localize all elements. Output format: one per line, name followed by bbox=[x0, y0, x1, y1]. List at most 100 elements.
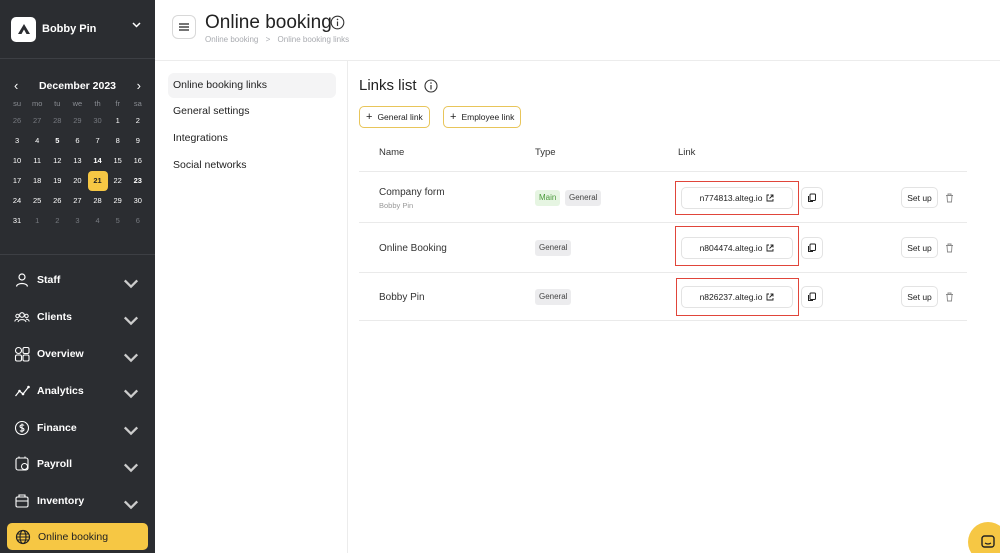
calendar-grid: su mo tu we th fr sa 26 27 28 29 30 1 2 3 4 5 6 7 8 9 10 11 12 1… bbox=[7, 97, 148, 231]
calendar-day-selected[interactable]: 21 bbox=[87, 171, 108, 191]
calendar-day[interactable]: 26 bbox=[7, 111, 27, 131]
submenu-online-booking-links[interactable]: Online booking links bbox=[168, 73, 336, 98]
submenu-integrations[interactable]: Integrations bbox=[168, 126, 336, 151]
nav-item-analytics[interactable]: Analytics bbox=[0, 372, 155, 409]
calendar-day[interactable]: 4 bbox=[27, 131, 47, 151]
box-icon bbox=[15, 494, 29, 508]
calendar-day[interactable]: 28 bbox=[47, 111, 67, 131]
add-employee-link-button[interactable]: + Employee link bbox=[443, 106, 522, 128]
copy-icon bbox=[808, 193, 816, 202]
calendar-day[interactable]: 14 bbox=[88, 151, 108, 171]
copy-link-button[interactable] bbox=[801, 237, 823, 259]
calendar-day[interactable]: 29 bbox=[108, 191, 128, 211]
calendar-day[interactable]: 3 bbox=[7, 131, 27, 151]
nav-item-label: Overview bbox=[37, 347, 84, 360]
nav-item-inventory[interactable]: Inventory bbox=[0, 483, 155, 520]
info-icon[interactable] bbox=[330, 15, 345, 30]
badge-type: General bbox=[535, 240, 572, 256]
calendar-week: 26 27 28 29 30 1 2 bbox=[7, 111, 148, 131]
booking-link[interactable]: n774813.alteg.io bbox=[681, 187, 793, 209]
trash-icon[interactable] bbox=[945, 292, 954, 302]
column-header-link: Link bbox=[678, 147, 696, 158]
brand-logo bbox=[11, 16, 36, 42]
info-icon[interactable] bbox=[424, 79, 438, 93]
calendar-day[interactable]: 27 bbox=[27, 111, 47, 131]
page-header: Online booking Online booking > Online b… bbox=[155, 0, 1000, 61]
divider bbox=[0, 254, 155, 255]
calendar-day[interactable]: 25 bbox=[27, 191, 47, 211]
copy-link-button[interactable] bbox=[801, 187, 823, 209]
submenu-social-networks[interactable]: Social networks bbox=[168, 153, 336, 178]
setup-button[interactable]: Set up bbox=[901, 187, 938, 208]
calendar-day[interactable]: 6 bbox=[67, 131, 87, 151]
calendar-weekday: th bbox=[94, 99, 101, 108]
nav-item-staff[interactable]: Staff bbox=[0, 262, 155, 299]
brand-switcher[interactable]: Bobby Pin bbox=[0, 0, 155, 58]
calendar-weekday: tu bbox=[54, 99, 61, 108]
nav-item-clients[interactable]: Clients bbox=[0, 299, 155, 336]
chevron-down-icon bbox=[123, 463, 139, 473]
row-name: Bobby Pin bbox=[379, 292, 425, 303]
trash-icon[interactable] bbox=[945, 243, 954, 253]
chevron-down-icon bbox=[123, 390, 139, 399]
calendar-day[interactable]: 3 bbox=[67, 211, 87, 231]
chevron-down-icon bbox=[132, 22, 141, 28]
copy-icon bbox=[808, 243, 816, 252]
calendar-day[interactable]: 4 bbox=[88, 211, 108, 231]
calendar-day[interactable]: 29 bbox=[67, 111, 87, 131]
nav-item-payroll[interactable]: Payroll bbox=[0, 446, 155, 483]
calendar-day[interactable]: 16 bbox=[128, 151, 148, 171]
calendar-day[interactable]: 1 bbox=[27, 211, 47, 231]
breadcrumb-item[interactable]: Online booking bbox=[205, 35, 258, 44]
nav-item-finance[interactable]: Finance bbox=[0, 409, 155, 446]
calendar-day[interactable]: 10 bbox=[7, 151, 27, 171]
calendar-day[interactable]: 18 bbox=[27, 171, 47, 191]
calendar-day[interactable]: 28 bbox=[88, 191, 108, 211]
menu-toggle-button[interactable] bbox=[172, 15, 196, 39]
calendar-day[interactable]: 27 bbox=[67, 191, 87, 211]
copy-link-button[interactable] bbox=[801, 286, 823, 308]
add-general-link-button[interactable]: + General link bbox=[359, 106, 430, 128]
calendar-week: 24 25 26 27 28 29 30 bbox=[7, 191, 148, 211]
submenu-general-settings[interactable]: General settings bbox=[168, 99, 336, 124]
nav-item-overview[interactable]: Overview bbox=[0, 336, 155, 373]
calendar-day[interactable]: 26 bbox=[47, 191, 67, 211]
calendar-day[interactable]: 6 bbox=[128, 211, 148, 231]
calendar-day[interactable]: 5 bbox=[47, 131, 67, 151]
calendar-day[interactable]: 15 bbox=[108, 151, 128, 171]
calendar-day[interactable]: 2 bbox=[47, 211, 67, 231]
calendar-day[interactable]: 23 bbox=[128, 171, 148, 191]
calendar-week: 10 11 12 13 14 15 16 bbox=[7, 151, 148, 171]
trash-icon[interactable] bbox=[945, 193, 954, 203]
calendar-day[interactable]: 11 bbox=[27, 151, 47, 171]
booking-link[interactable]: n826237.alteg.io bbox=[681, 286, 793, 308]
calendar-day[interactable]: 12 bbox=[47, 151, 67, 171]
calendar-week: 17 18 19 20 21 22 23 bbox=[7, 171, 148, 191]
calendar-day[interactable]: 13 bbox=[67, 151, 87, 171]
calendar-day[interactable]: 1 bbox=[108, 111, 128, 131]
calendar-day[interactable]: 30 bbox=[88, 111, 108, 131]
calendar-day[interactable]: 30 bbox=[128, 191, 148, 211]
booking-link[interactable]: n804474.alteg.io bbox=[681, 237, 793, 259]
nav-item-online-booking[interactable]: Online booking bbox=[7, 523, 148, 550]
calendar-day[interactable]: 5 bbox=[108, 211, 128, 231]
row-name: Online Booking bbox=[379, 243, 447, 254]
nav-item-label: Payroll bbox=[37, 458, 73, 471]
setup-button[interactable]: Set up bbox=[901, 237, 938, 258]
breadcrumb: Online booking > Online booking links bbox=[205, 35, 354, 44]
calendar-day[interactable]: 9 bbox=[128, 131, 148, 151]
badge-type: General bbox=[535, 289, 572, 305]
calendar-day[interactable]: 7 bbox=[88, 131, 108, 151]
calendar-day[interactable]: 17 bbox=[7, 171, 27, 191]
calendar-day[interactable]: 2 bbox=[128, 111, 148, 131]
calendar-day[interactable]: 8 bbox=[108, 131, 128, 151]
calendar-next-button[interactable]: › bbox=[137, 78, 141, 93]
calendar-day[interactable]: 20 bbox=[67, 171, 87, 191]
analytics-icon bbox=[15, 385, 30, 397]
calendar-day[interactable]: 19 bbox=[47, 171, 67, 191]
calendar-day[interactable]: 24 bbox=[7, 191, 27, 211]
calendar-day[interactable]: 22 bbox=[108, 171, 128, 191]
setup-button[interactable]: Set up bbox=[901, 286, 938, 307]
calendar-day[interactable]: 31 bbox=[7, 211, 27, 231]
globe-icon bbox=[15, 529, 31, 544]
